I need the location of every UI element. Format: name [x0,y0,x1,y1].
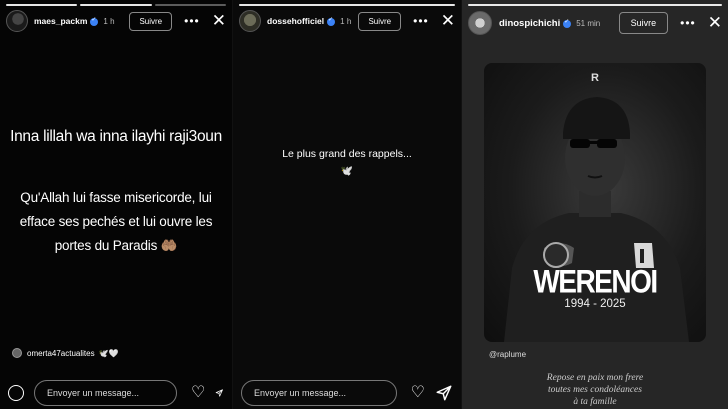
close-icon[interactable]: ✕ [708,14,722,31]
life-years: 1994 - 2025 [564,298,626,310]
praying-hands-icon: 🤲🏽 [160,238,178,253]
close-icon[interactable]: ✕ [441,12,455,29]
more-icon[interactable]: ••• [413,15,429,27]
verified-badge-icon [90,16,99,26]
caption: Repose en paix mon frere toutes mes cond… [462,372,728,408]
more-icon[interactable]: ••• [680,17,696,29]
mention-username[interactable]: omerta47actualites [27,349,95,358]
more-icon[interactable]: ••• [184,15,200,27]
story-panel-3[interactable]: dinospichichi 51 min Suivre ••• ✕ [461,0,728,409]
username[interactable]: maes_packm [34,16,87,26]
story-title: Le plus grand des rappels... [282,148,412,160]
heart-icon[interactable]: ♡ [411,385,425,401]
message-input[interactable] [241,380,397,406]
credit-mention[interactable]: @raplume [489,350,526,359]
story-header: dinospichichi 51 min Suivre ••• ✕ [468,10,722,36]
heart-icon[interactable]: ♡ [191,385,205,401]
message-input[interactable] [34,380,177,406]
story-progress [468,4,722,6]
story-progress [6,4,226,6]
send-icon[interactable] [215,384,224,402]
mention-avatar [12,348,22,358]
story-panel-2[interactable]: dossehofficiel 1 h Suivre ••• ✕ Le plus … [232,0,461,409]
story-panel-1[interactable]: maes_packm 1 h Suivre ••• ✕ Inna lillah … [0,0,232,409]
follow-button[interactable]: Suivre [618,12,669,34]
post-time: 51 min [576,18,601,28]
artist-name: WERENOI [533,263,658,300]
avatar[interactable] [6,10,28,32]
story-progress [239,4,455,6]
username[interactable]: dossehofficiel [267,16,324,26]
caption-line: toutes mes condoléances [548,385,642,395]
story-header: maes_packm 1 h Suivre ••• ✕ [6,8,226,34]
reply-bar: ♡ [233,377,461,409]
avatar[interactable] [239,10,261,32]
post-time: 1 h [103,16,115,26]
close-icon[interactable]: ✕ [212,12,226,29]
story-body: Qu'Allah lui fasse misericorde, lui effa… [0,186,232,258]
mention-tag[interactable]: omerta47actualites 🕊️🤍 [12,348,119,358]
verified-badge-icon [563,18,572,28]
verified-badge-icon [327,16,336,26]
camera-icon[interactable] [8,385,24,401]
follow-button[interactable]: Suivre [358,11,402,31]
send-icon[interactable] [435,384,453,402]
avatar[interactable] [468,11,492,35]
post-time: 1 h [340,16,352,26]
caption-line: à ta famille [573,397,617,407]
story-body-text: Qu'Allah lui fasse misericorde, lui effa… [19,190,213,253]
caption-line: Repose en paix mon frere [546,373,644,383]
story-title: Inna lillah wa inna ilayhi raji3oun [10,128,222,145]
brand-logo: R [591,72,599,84]
follow-button[interactable]: Suivre [129,11,173,31]
dove-icon: 🕊️ [340,166,354,177]
dove-heart-icon: 🕊️🤍 [98,348,119,358]
reply-bar: ♡ [0,377,232,409]
story-header: dossehofficiel 1 h Suivre ••• ✕ [239,8,455,34]
tribute-card: R WERENOI 1994 - 2025 [484,63,706,342]
username[interactable]: dinospichichi [499,18,560,29]
